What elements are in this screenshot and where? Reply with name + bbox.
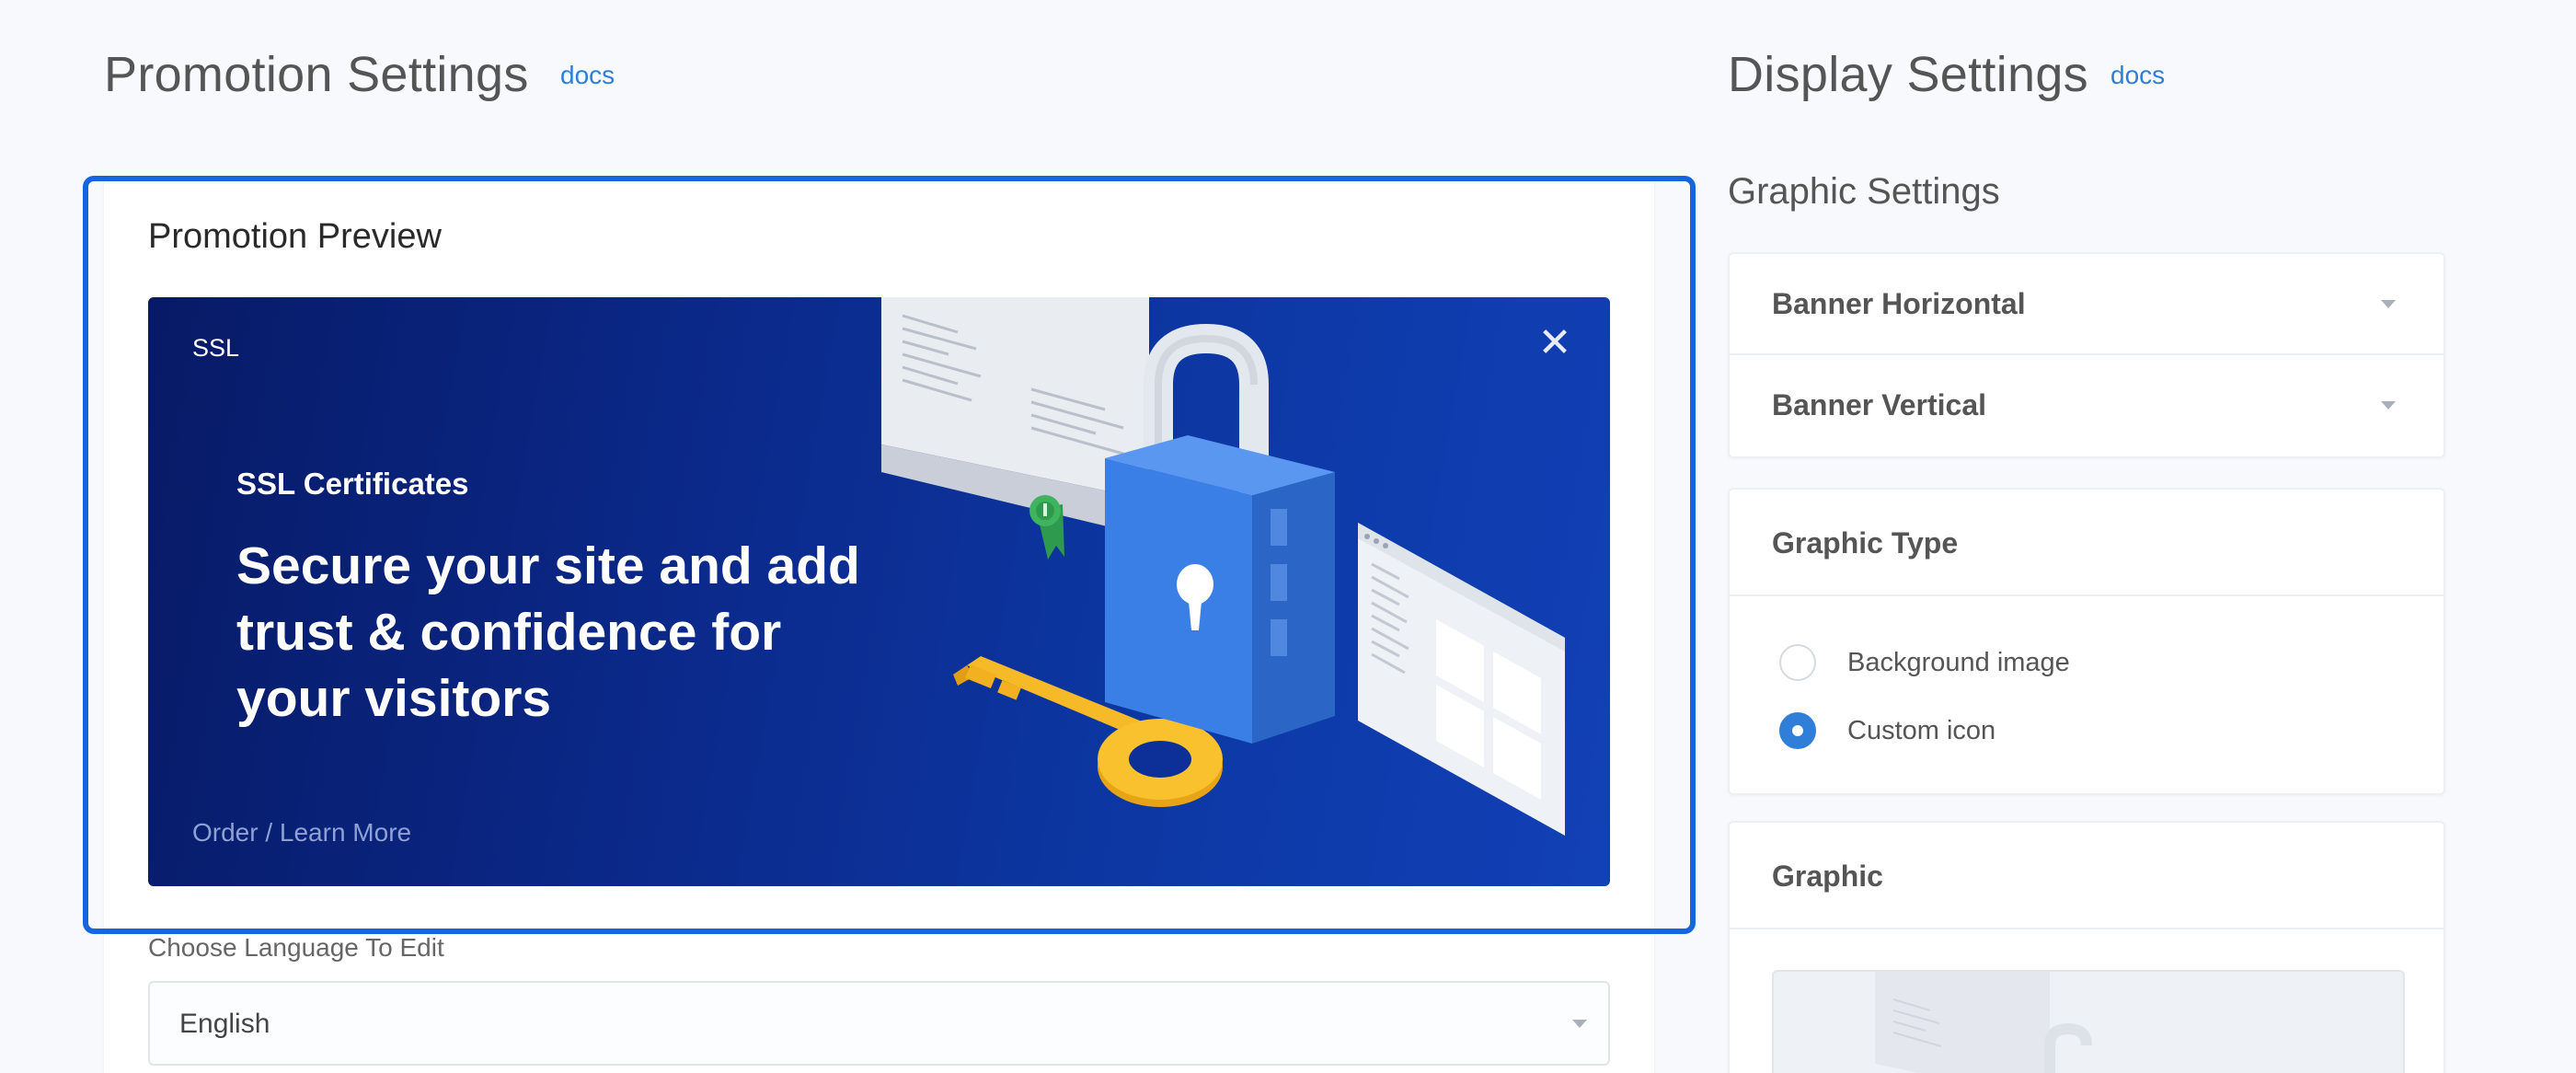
graphic-type-panel: Graphic Type Background image Custom ico… xyxy=(1728,488,2445,795)
language-label: Choose Language To Edit xyxy=(148,933,444,962)
graphic-settings-title: Graphic Settings xyxy=(1728,171,2000,212)
ribbon-icon xyxy=(1029,495,1064,560)
accordion-item-banner-horizontal[interactable]: Banner Horizontal xyxy=(1730,254,2444,355)
accordion-item-banner-vertical[interactable]: Banner Vertical xyxy=(1730,355,2444,456)
chevron-down-icon xyxy=(1572,1020,1587,1028)
radio-button[interactable] xyxy=(1779,644,1816,681)
banner-headline: Secure your site and add trust & confide… xyxy=(236,536,860,728)
layout-accordion: Banner Horizontal Banner Vertical xyxy=(1728,252,2445,458)
graphic-panel: Graphic xyxy=(1728,821,2445,1073)
banner-tag: SSL xyxy=(192,334,240,362)
radio-button-selected[interactable] xyxy=(1779,712,1816,749)
accordion-item-label: Banner Vertical xyxy=(1772,388,1986,421)
graphic-title: Graphic xyxy=(1772,860,1883,893)
banner-subtitle: SSL Certificates xyxy=(236,467,469,501)
chevron-down-icon xyxy=(2381,401,2396,410)
promotion-preview-title: Promotion Preview xyxy=(148,217,442,256)
graphic-thumbnail-art xyxy=(1875,972,2092,1073)
close-icon[interactable]: ✕ xyxy=(1536,323,1573,363)
promotion-docs-link[interactable]: docs xyxy=(560,61,615,90)
display-settings-title: Display Settings xyxy=(1728,47,2088,102)
browser-window-icon xyxy=(1358,523,1565,836)
banner-cta-link[interactable]: Order / Learn More xyxy=(192,818,411,848)
display-docs-link[interactable]: docs xyxy=(2110,61,2165,90)
radio-label: Custom icon xyxy=(1847,716,1996,745)
language-select-value: English xyxy=(179,1009,270,1039)
accordion-item-label: Banner Horizontal xyxy=(1772,287,2026,320)
graphic-type-title: Graphic Type xyxy=(1772,526,1959,560)
graphic-thumbnail[interactable] xyxy=(1772,970,2405,1073)
language-select[interactable]: English xyxy=(148,981,1610,1066)
chevron-down-icon xyxy=(2381,300,2396,308)
promotion-settings-title: Promotion Settings xyxy=(104,47,529,102)
radio-label: Background image xyxy=(1847,648,2070,677)
promotion-banner: SSL ✕ SSL Certificates Secure your site … xyxy=(148,297,1610,886)
